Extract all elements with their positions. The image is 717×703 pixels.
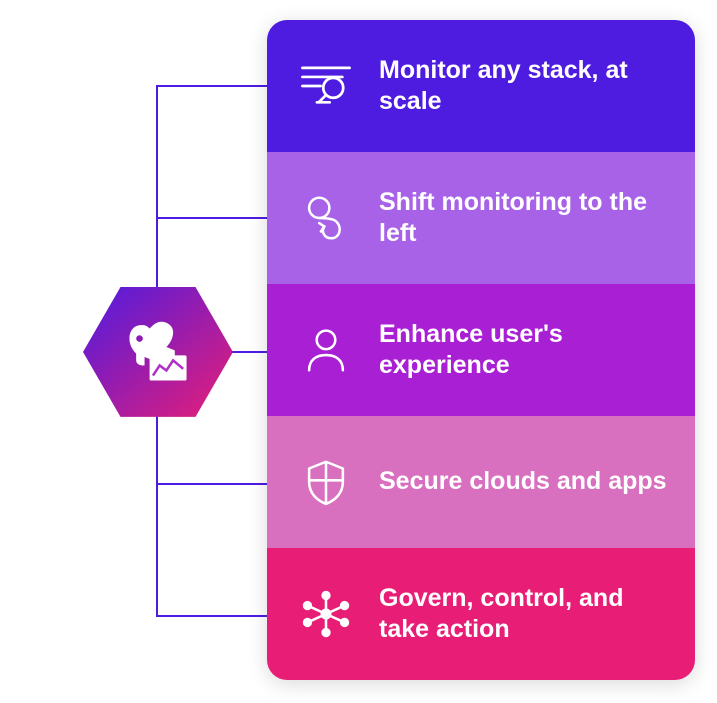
feature-label: Secure clouds and apps bbox=[379, 466, 667, 497]
feature-panel: Monitor any stack, at scale Shift monito… bbox=[267, 20, 695, 680]
network-icon bbox=[295, 583, 357, 645]
feature-row-govern: Govern, control, and take action bbox=[267, 548, 695, 680]
dog-chart-mascot-icon bbox=[116, 310, 200, 394]
feature-label: Monitor any stack, at scale bbox=[379, 55, 667, 118]
feature-row-user-experience: Enhance user's experience bbox=[267, 284, 695, 416]
monitor-stack-icon bbox=[295, 55, 357, 117]
shield-icon bbox=[295, 451, 357, 513]
feature-label: Enhance user's experience bbox=[379, 319, 667, 382]
brand-hexagon bbox=[83, 287, 233, 417]
feature-row-secure: Secure clouds and apps bbox=[267, 416, 695, 548]
feature-label: Govern, control, and take action bbox=[379, 583, 667, 646]
feature-row-shift-left: Shift monitoring to the left bbox=[267, 152, 695, 284]
feature-label: Shift monitoring to the left bbox=[379, 187, 667, 250]
loop-icon bbox=[295, 187, 357, 249]
feature-row-monitor: Monitor any stack, at scale bbox=[267, 20, 695, 152]
diagram-canvas: Monitor any stack, at scale Shift monito… bbox=[0, 0, 717, 703]
user-icon bbox=[295, 319, 357, 381]
